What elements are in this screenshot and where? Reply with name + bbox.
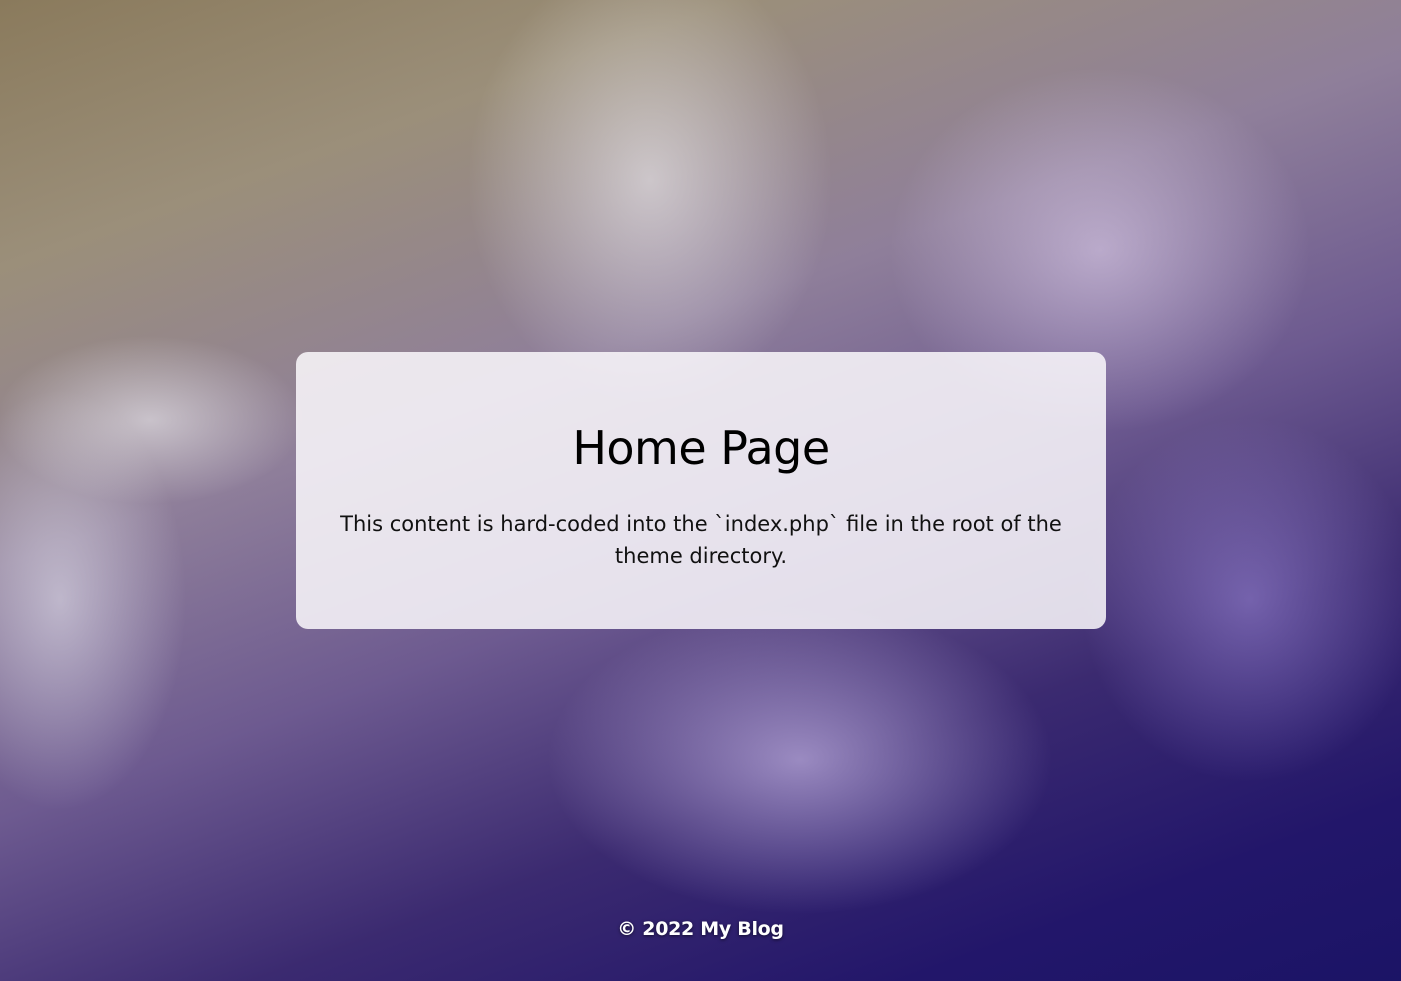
content-card: Home Page This content is hard-coded int…: [296, 352, 1106, 629]
footer-copyright: © 2022 My Blog: [617, 918, 784, 940]
page-description: This content is hard-coded into the `ind…: [340, 512, 1062, 568]
page-title: Home Page: [572, 421, 830, 475]
